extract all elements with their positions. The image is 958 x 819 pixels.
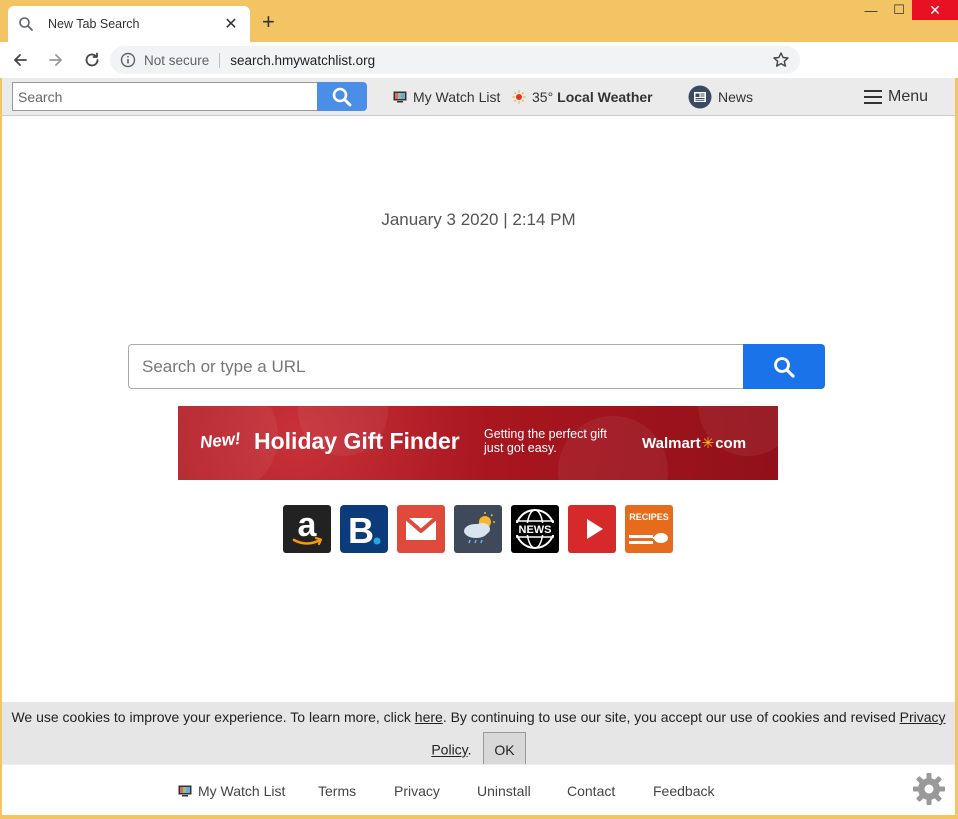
forward-button[interactable] [40, 44, 72, 76]
footer-feedback-link[interactable]: Feedback [653, 783, 714, 799]
footer-privacy-link[interactable]: Privacy [394, 783, 440, 799]
recipes-tile[interactable]: RECIPES [625, 505, 673, 553]
video-tile[interactable] [568, 505, 616, 553]
shortcut-tiles: a B NEWS RECIPES [283, 505, 673, 553]
banner-tagline: Getting the perfect gift just got easy. [484, 427, 607, 455]
info-icon[interactable] [120, 52, 136, 68]
back-arrow-icon [14, 54, 27, 66]
cookie-text-before: We use cookies to improve your experienc… [11, 709, 415, 725]
mail-icon [404, 516, 438, 540]
tv-icon [178, 785, 192, 797]
main-search-button[interactable] [743, 344, 825, 389]
extension-toolbar: My Watch List 35° Local Weather News Men… [2, 78, 955, 116]
hamburger-icon [864, 90, 882, 104]
booking-icon: B [340, 505, 388, 553]
weather-label: Local Weather [557, 89, 653, 105]
walmart-logo: Walmart ✳ com [642, 434, 747, 453]
toolbar: Not secure search.hmywatchlist.org [0, 42, 958, 78]
gmail-tile[interactable] [397, 505, 445, 553]
minimize-button[interactable]: — [858, 0, 884, 20]
bookmark-star-icon[interactable] [772, 51, 790, 69]
weather-link[interactable]: 35° Local Weather [512, 78, 653, 116]
back-button[interactable] [4, 44, 36, 76]
news-tile[interactable]: NEWS [511, 505, 559, 553]
date-time: January 3 2020 | 2:14 PM [381, 210, 576, 229]
main-search-input[interactable] [128, 344, 744, 389]
watchlist-link[interactable]: My Watch List [393, 78, 500, 116]
settings-gear-icon[interactable] [912, 772, 946, 806]
maximize-button[interactable]: ☐ [886, 0, 912, 20]
browser-tab[interactable]: New Tab Search ✕ [8, 6, 250, 42]
footer-terms-link[interactable]: Terms [318, 783, 356, 799]
reload-button[interactable] [76, 44, 108, 76]
ad-banner[interactable]: New! Holiday Gift Finder Getting the per… [178, 406, 778, 480]
cookie-banner: We use cookies to improve your experienc… [2, 702, 955, 768]
tv-icon [393, 91, 407, 103]
menu-button[interactable]: Menu [864, 78, 928, 116]
amazon-letter: a [298, 506, 318, 544]
security-label: Not secure [144, 52, 221, 68]
top-search-button[interactable] [317, 82, 367, 111]
search-icon [332, 87, 352, 106]
globe-news-icon: NEWS [515, 509, 555, 549]
amazon-tile[interactable]: a [283, 505, 331, 553]
news-label: News [718, 89, 754, 105]
search-icon [19, 17, 33, 31]
weather-tile[interactable] [454, 505, 502, 553]
footer-uninstall-link[interactable]: Uninstall [477, 783, 531, 799]
spark-icon: ✳ [701, 435, 715, 452]
booking-tile[interactable]: B [340, 505, 388, 553]
recipes-icon: RECIPES [629, 512, 669, 544]
url-text[interactable]: search.hmywatchlist.org [230, 53, 772, 68]
banner-title: Holiday Gift Finder [254, 428, 460, 454]
new-tab-button[interactable]: + [262, 11, 275, 33]
footer: My Watch List Terms Privacy Uninstall Co… [2, 764, 955, 815]
footer-contact-link[interactable]: Contact [567, 783, 615, 799]
amazon-icon: a [292, 506, 323, 546]
tab-close-icon[interactable]: ✕ [222, 14, 240, 34]
cookie-text-after: . [467, 741, 472, 758]
top-search-input[interactable] [12, 82, 318, 111]
title-bar: New Tab Search ✕ + — ☐ ✕ [0, 0, 958, 42]
cookie-ok-button[interactable]: OK [483, 732, 526, 768]
news-tile-label: NEWS [519, 524, 552, 536]
page-content: My Watch List 35° Local Weather News Men… [2, 78, 955, 815]
search-icon [774, 356, 795, 378]
cookie-text-middle: . By continuing to use our site, you acc… [442, 709, 900, 725]
booking-letter: B [348, 510, 374, 551]
tab-title: New Tab Search [48, 17, 140, 31]
brand-right: com [715, 434, 747, 452]
news-link[interactable]: News [688, 78, 753, 116]
address-bar[interactable]: Not secure search.hmywatchlist.org [110, 46, 800, 74]
footer-watchlist-link[interactable]: My Watch List [178, 783, 285, 799]
watchlist-label: My Watch List [413, 89, 501, 105]
play-icon [587, 519, 603, 539]
menu-label: Menu [888, 88, 929, 105]
newspaper-icon [688, 85, 712, 109]
reload-icon [85, 52, 99, 67]
brand-left: Walmart [642, 434, 701, 452]
footer-watchlist-label: My Watch List [198, 783, 286, 799]
close-window-button[interactable]: ✕ [912, 0, 958, 20]
weather-temperature: 35° [532, 89, 554, 105]
sun-icon [512, 90, 526, 104]
recipes-tile-label: RECIPES [629, 512, 669, 522]
cookie-here-link[interactable]: here [415, 709, 443, 725]
forward-arrow-icon [49, 54, 62, 66]
weather-cloud-icon [464, 512, 495, 544]
banner-badge: New! [199, 428, 242, 453]
